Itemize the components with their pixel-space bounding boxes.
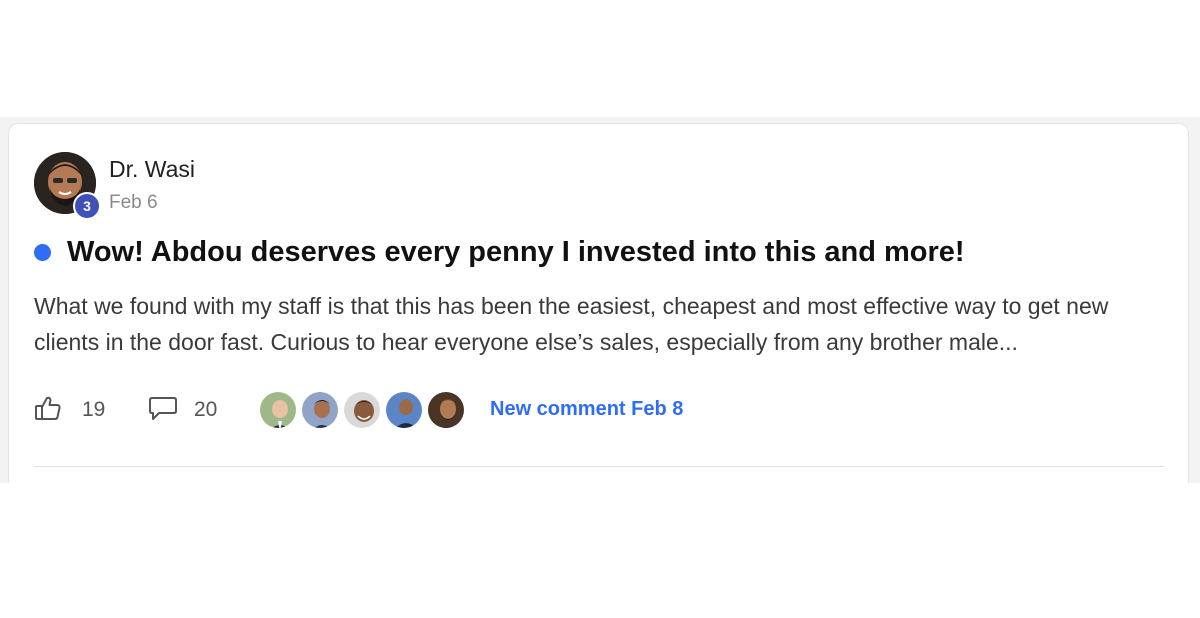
post-card[interactable]: 3 Dr. Wasi Feb 6 Wow! Abdou deserves eve… (8, 123, 1189, 483)
post-author: 3 Dr. Wasi Feb 6 (34, 152, 434, 220)
post-date: Feb 6 (109, 192, 158, 213)
commenter-avatar[interactable] (426, 390, 466, 430)
commenter-avatar[interactable] (342, 390, 382, 430)
comment-count: 20 (194, 398, 218, 421)
post-divider (34, 466, 1164, 467)
commenter-avatar[interactable] (300, 390, 340, 430)
speech-bubble-icon (148, 394, 178, 427)
post-title[interactable]: Wow! Abdou deserves every penny I invest… (67, 236, 965, 269)
commenter-avatar[interactable] (384, 390, 424, 430)
commenter-avatars[interactable] (258, 390, 478, 430)
commenter-avatar[interactable] (258, 390, 298, 430)
unread-dot-icon (34, 243, 51, 261)
post-actions: 19 20 New comment Feb 8 (34, 390, 834, 430)
author-name[interactable]: Dr. Wasi (109, 156, 195, 183)
comment-button[interactable]: 20 (148, 394, 217, 426)
new-comment-link[interactable]: New comment Feb 8 (490, 398, 683, 421)
post-body[interactable]: What we found with my staff is that this… (34, 288, 1164, 360)
level-badge: 3 (73, 192, 101, 220)
like-button[interactable]: 19 (34, 394, 105, 426)
post-title-row[interactable]: Wow! Abdou deserves every penny I invest… (34, 232, 965, 272)
thumbs-up-icon (34, 394, 62, 427)
like-count: 19 (82, 398, 106, 421)
